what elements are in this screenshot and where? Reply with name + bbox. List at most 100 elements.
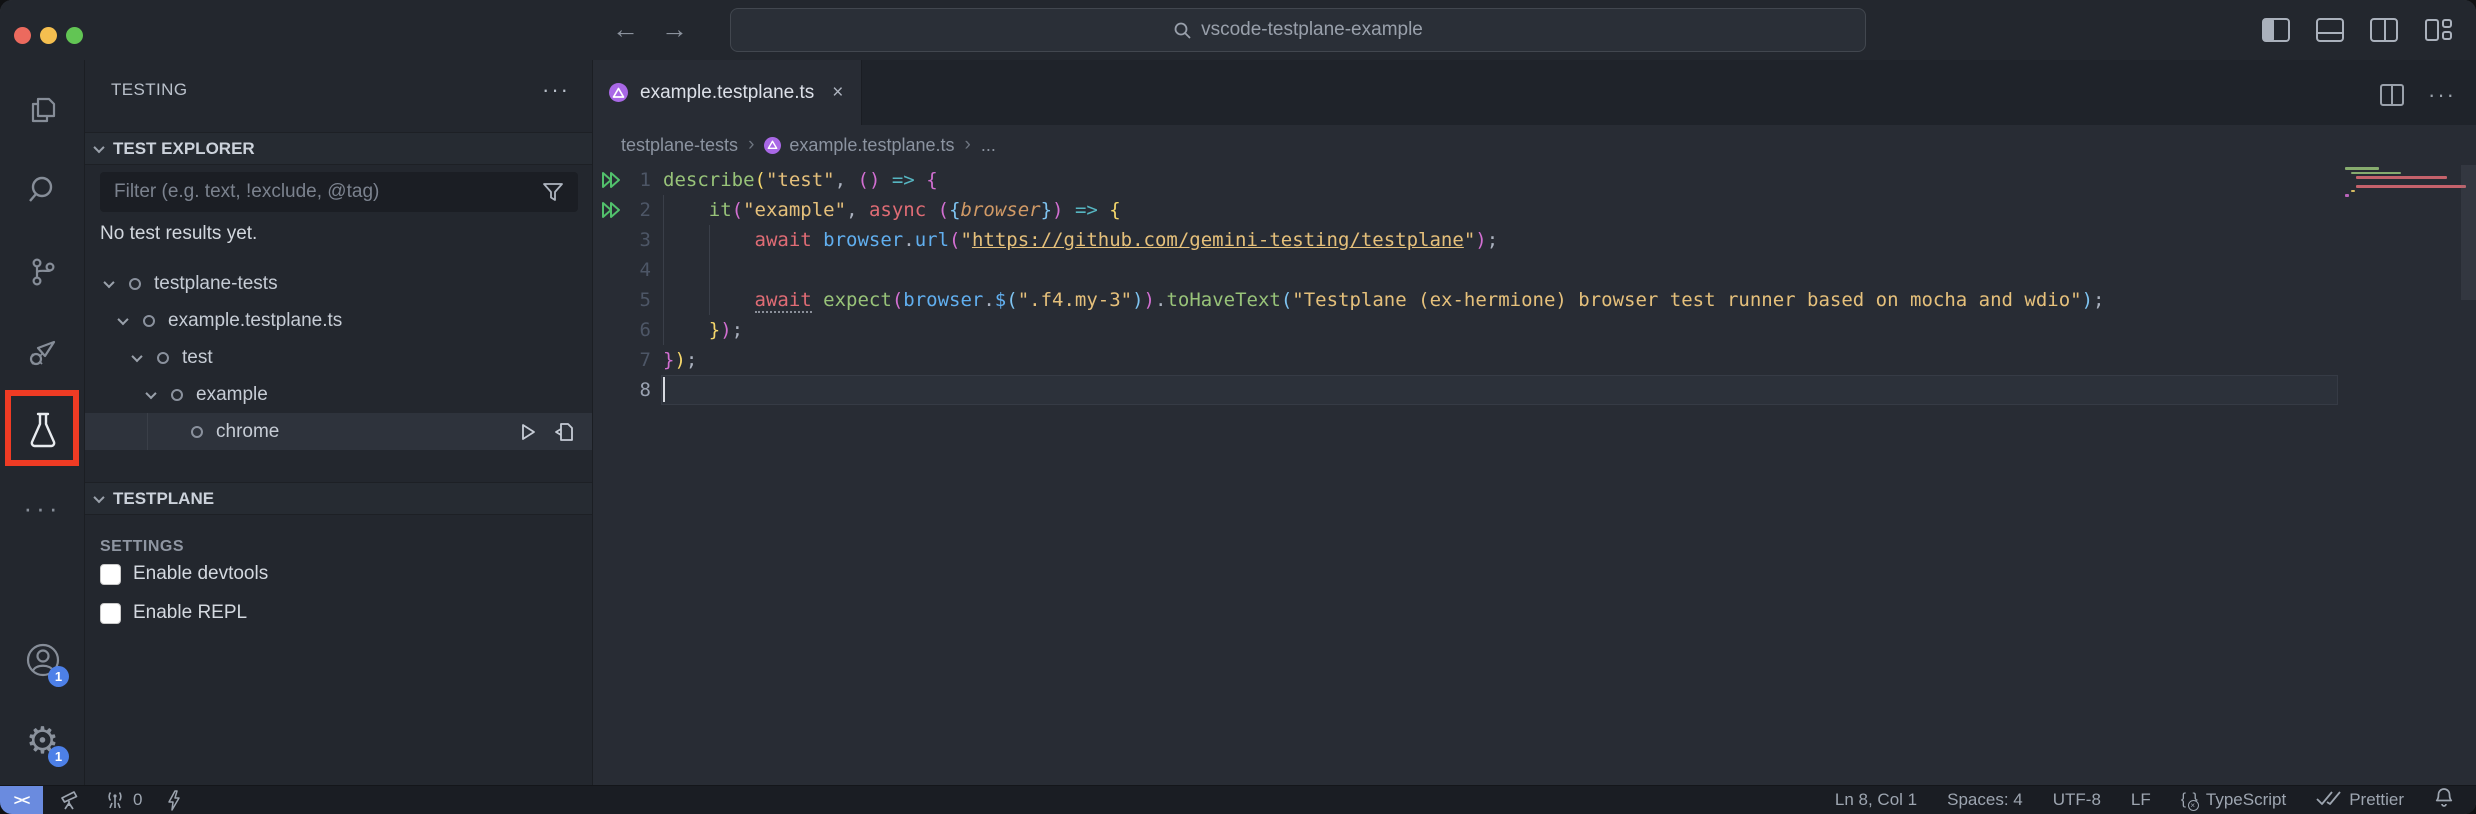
goto-test-icon[interactable]	[554, 421, 574, 443]
line-number: 5	[593, 285, 651, 315]
nav-forward-icon[interactable]: →	[661, 14, 688, 45]
no-test-results-message: No test results yet.	[100, 223, 257, 245]
breadcrumb-item[interactable]: example.testplane.ts	[764, 135, 954, 156]
toggle-secondary-sidebar-icon[interactable]	[2370, 18, 2398, 42]
close-window-button[interactable]	[14, 27, 31, 44]
activity-source-control-icon[interactable]	[0, 237, 85, 307]
activity-run-debug-icon[interactable]	[0, 317, 85, 387]
activity-search-icon[interactable]	[0, 155, 85, 225]
nav-back-icon[interactable]: ←	[612, 14, 639, 45]
filter-icon[interactable]	[542, 182, 564, 202]
minimap[interactable]	[2345, 163, 2459, 785]
text-cursor	[663, 377, 665, 402]
status-bar: >< 0 Ln 8, Col 1 Spaces: 4 UTF-8 LF { }×Type…	[0, 785, 2476, 814]
status-indentation[interactable]: Spaces: 4	[1947, 790, 2023, 810]
code-line-6[interactable]: });	[663, 315, 743, 345]
tree-item-test[interactable]: test	[85, 339, 592, 376]
tab-close-icon[interactable]: ×	[832, 82, 843, 104]
activity-explorer-icon[interactable]	[0, 75, 85, 145]
remote-indicator[interactable]: ><	[0, 786, 43, 814]
editor-group: example.testplane.ts × ··· testplane-tes…	[593, 60, 2476, 785]
run-test-icon[interactable]	[518, 422, 538, 442]
code-line-5[interactable]: await expect(browser.$(".f4.my-3")).toHa…	[663, 285, 2105, 315]
broadcast-icon	[104, 790, 126, 810]
tree-item-label: test	[182, 347, 213, 369]
chevron-down-icon[interactable]	[145, 387, 156, 398]
tree-item-testplane-tests[interactable]: testplane-tests	[85, 265, 592, 302]
tree-item-label: example.testplane.ts	[168, 310, 342, 332]
breadcrumb: testplane-tests›example.testplane.ts›...	[593, 125, 2476, 165]
code-line-1[interactable]: describe("test", () => {	[663, 165, 938, 195]
code-line-2[interactable]: it("example", async ({browser}) => {	[663, 195, 1121, 225]
chevron-down-icon[interactable]	[117, 313, 128, 324]
chevron-down-icon[interactable]	[103, 276, 114, 287]
breadcrumb-item[interactable]: ...	[981, 135, 996, 156]
tree-item-example.testplane.ts[interactable]: example.testplane.ts	[85, 302, 592, 339]
code-line-3[interactable]: await browser.url("https://github.com/ge…	[663, 225, 1498, 255]
status-encoding[interactable]: UTF-8	[2053, 790, 2101, 810]
bell-icon[interactable]	[2434, 787, 2454, 813]
customize-layout-icon[interactable]	[2424, 18, 2452, 42]
activity-settings-icon[interactable]: ⚙ 1	[0, 705, 85, 775]
line-number: 6	[593, 315, 651, 345]
command-center-search[interactable]: vscode-testplane-example	[730, 8, 1866, 52]
test-state-circle-icon	[191, 426, 203, 438]
tree-item-chrome[interactable]: chrome	[85, 413, 592, 450]
sidebar-actions-icon[interactable]: ···	[542, 77, 570, 103]
breadcrumb-separator-icon: ›	[964, 134, 970, 156]
editor-more-actions-icon[interactable]: ···	[2428, 82, 2456, 108]
test-state-circle-icon	[143, 315, 155, 327]
activity-more-views-icon[interactable]: ···	[0, 473, 85, 543]
split-editor-icon[interactable]	[2380, 84, 2404, 106]
title-bar: ← → vscode-testplane-example	[0, 0, 2476, 60]
sidebar-title: TESTING	[111, 80, 187, 100]
status-cursor-position[interactable]: Ln 8, Col 1	[1835, 790, 1917, 810]
testplane-file-icon	[764, 137, 781, 154]
minimize-window-button[interactable]	[40, 27, 57, 44]
test-filter-input[interactable]	[100, 181, 542, 203]
code-area[interactable]: 1describe("test", () => {2 it("example",…	[593, 163, 2476, 785]
line-number: 1	[593, 165, 651, 195]
code-line-7[interactable]: });	[663, 345, 697, 375]
chevron-down-icon	[93, 491, 104, 502]
status-notifications[interactable]	[2434, 787, 2454, 813]
settings-subheader: SETTINGS	[100, 538, 184, 556]
search-text: vscode-testplane-example	[1201, 19, 1423, 41]
minimap-line	[2345, 194, 2349, 197]
test-state-circle-icon	[157, 352, 169, 364]
zoom-window-button[interactable]	[66, 27, 83, 44]
line-number: 3	[593, 225, 651, 255]
checkbox-enable-devtools[interactable]: Enable devtools	[100, 563, 268, 585]
section-testplane[interactable]: TESTPLANE	[85, 482, 592, 515]
line-number: 4	[593, 255, 651, 285]
status-formatter[interactable]: Prettier	[2316, 790, 2404, 811]
checkbox-enable-repl[interactable]: Enable REPL	[100, 602, 247, 624]
editor-scrollbar[interactable]	[2461, 165, 2476, 300]
chevron-down-icon	[93, 141, 104, 152]
test-tree: testplane-tests example.testplane.ts test e…	[85, 265, 592, 450]
activity-accounts-icon[interactable]: 1	[0, 625, 85, 695]
breadcrumb-item[interactable]: testplane-tests	[621, 135, 738, 156]
status-language[interactable]: { }×TypeScript	[2181, 790, 2286, 810]
checkbox-icon[interactable]	[100, 603, 121, 624]
checkbox-icon[interactable]	[100, 564, 121, 585]
minimap-line	[2351, 172, 2401, 175]
broadcast-status[interactable]: 0	[104, 790, 142, 810]
toggle-panel-icon[interactable]	[2316, 18, 2344, 42]
toggle-primary-sidebar-icon[interactable]	[2262, 18, 2290, 42]
search-icon	[1173, 21, 1192, 40]
minimap-line	[2345, 167, 2379, 170]
chevron-down-icon[interactable]	[131, 350, 142, 361]
tree-item-example[interactable]: example	[85, 376, 592, 413]
section-test-explorer[interactable]: TEST EXPLORER	[85, 132, 592, 165]
telescope-icon[interactable]	[59, 790, 80, 811]
status-eol[interactable]: LF	[2131, 790, 2151, 810]
indent-guide	[147, 413, 148, 450]
vscode-window: ← → vscode-testplane-example	[0, 0, 2476, 814]
zap-icon[interactable]	[166, 790, 182, 811]
test-filter-box	[100, 172, 578, 212]
traffic-lights	[14, 27, 83, 44]
tree-item-label: example	[196, 384, 268, 406]
activity-bar: ··· 1 ⚙ 1	[0, 60, 85, 785]
tab-example-testplane-ts[interactable]: example.testplane.ts ×	[593, 60, 862, 125]
